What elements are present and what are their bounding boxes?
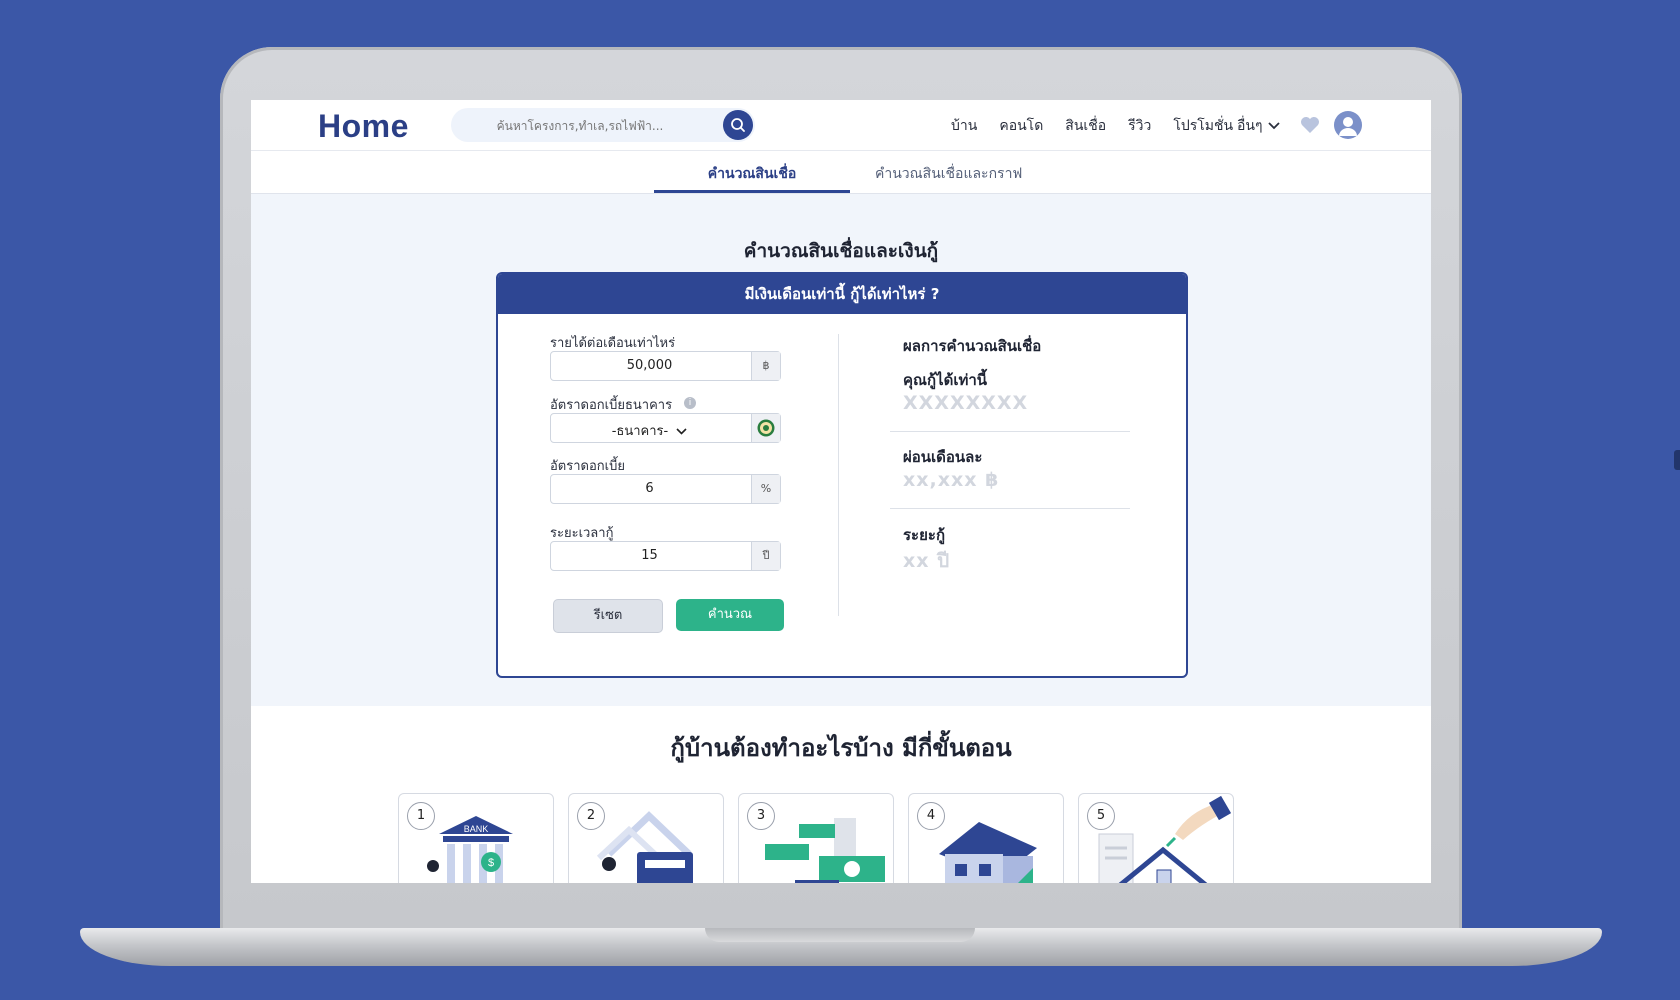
reset-button[interactable]: รีเซต [553, 599, 663, 633]
user-icon [1339, 117, 1357, 136]
page-title: คำนวณสินเชื่อและเงินกู้ [743, 240, 939, 262]
browser-screen: Home บ้าน คอนโด สินเชื่อ รีวิว โปรโมชั่น… [251, 100, 1431, 883]
baht-unit: ฿ [751, 352, 780, 380]
search-icon [731, 118, 745, 132]
chevron-down-icon [1267, 122, 1280, 130]
term-result-value: xx ปี [903, 550, 951, 572]
calculator-header: มีเงินเดือนเท่านี้ กู้ได้เท่าไหร่ ? [498, 274, 1186, 314]
bank-rate-label: อัตราดอกเบี้ยธนาคาร [550, 398, 673, 413]
search-bar [451, 108, 755, 142]
nav-item-condo[interactable]: คอนโด [999, 115, 1043, 137]
tab-loan-calculator-graph[interactable]: คำนวณสินเชื่อและกราฟ [875, 163, 1022, 185]
interest-rate-field[interactable]: 6 % [550, 474, 781, 504]
bank-select-text: -ธนาคาร- [611, 424, 669, 439]
bank-sign-text: BANK [464, 824, 489, 834]
income-field[interactable]: 50,000 ฿ [550, 351, 781, 381]
step-card-2[interactable]: 2 [568, 793, 724, 883]
bank-building-icon: BANK $ [427, 816, 513, 883]
logo-text: Home [318, 108, 409, 144]
result-divider [890, 508, 1130, 509]
income-label: รายได้ต่อเดือนเท่าไหร่ [550, 336, 676, 351]
bank-select-value: -ธนาคาร- [551, 420, 748, 441]
interest-rate-value: 6 [645, 481, 654, 496]
nav-more-menu[interactable]: อื่นๆ [1237, 115, 1280, 137]
loan-term-value: 15 [641, 548, 658, 563]
nav-item-house[interactable]: บ้าน [951, 115, 977, 137]
term-result-label: ระยะกู้ [903, 526, 946, 544]
laptop-notch [705, 928, 975, 942]
column-divider [838, 334, 839, 616]
loan-calculator-card: มีเงินเดือนเท่านี้ กู้ได้เท่าไหร่ ? รายไ… [496, 272, 1188, 678]
year-unit: ปี [751, 542, 780, 570]
heart-icon[interactable] [1300, 116, 1320, 134]
house-contract-icon [1098, 795, 1232, 883]
top-navbar: Home บ้าน คอนโด สินเชื่อ รีวิว โปรโมชั่น… [251, 100, 1431, 151]
nav-more-label: อื่นๆ [1237, 118, 1263, 134]
result-divider [890, 431, 1130, 432]
nav-item-review[interactable]: รีวิว [1128, 115, 1151, 137]
money-buildings-icon [765, 818, 885, 883]
step-card-5[interactable]: 5 [1078, 793, 1234, 883]
step-card-1[interactable]: 1 BANK $ [398, 793, 554, 883]
calculate-button[interactable]: คำนวณ [676, 599, 784, 631]
user-avatar[interactable] [1334, 111, 1362, 139]
monthly-payment-label: ผ่อนเดือนละ [903, 448, 983, 466]
tab-loan-calculator[interactable]: คำนวณสินเชื่อ [654, 163, 850, 185]
nav-item-loan[interactable]: สินเชื่อ [1065, 115, 1106, 137]
income-value: 50,000 [626, 358, 673, 373]
bank-logo-slot [751, 414, 780, 442]
bank-select[interactable]: -ธนาคาร- [550, 413, 781, 443]
loan-term-label: ระยะเวลากู้ [550, 526, 614, 541]
house-document-icon [596, 811, 693, 883]
monthly-payment-value: xx,xxx ฿ [903, 469, 1000, 491]
loan-amount-label: คุณกู้ได้เท่านี้ [903, 371, 988, 389]
interest-rate-label: อัตราดอกเบี้ย [550, 459, 625, 474]
search-button[interactable] [723, 110, 753, 140]
home-logo[interactable]: Home [318, 108, 409, 145]
result-title: ผลการคำนวณสินเชื่อ [903, 337, 1042, 355]
nav-links: บ้าน คอนโด สินเชื่อ รีวิว โปรโมชั่น [951, 115, 1255, 137]
svg-text:$: $ [488, 857, 494, 869]
step-card-3[interactable]: 3 [738, 793, 894, 883]
info-icon[interactable]: i [684, 397, 696, 409]
chevron-down-icon [676, 428, 687, 435]
search-input[interactable] [463, 115, 697, 137]
bank-logo-icon [757, 419, 775, 437]
loan-term-field[interactable]: 15 ปี [550, 541, 781, 571]
loan-amount-value: XXXXXXXX [903, 392, 1029, 414]
house-icon [939, 822, 1037, 883]
edge-marker [1674, 450, 1680, 470]
nav-item-promotion[interactable]: โปรโมชั่น [1173, 115, 1233, 137]
calculator-tabs: คำนวณสินเชื่อ คำนวณสินเชื่อและกราฟ [251, 151, 1431, 194]
step-card-4[interactable]: 4 [908, 793, 1064, 883]
steps-title: กู้บ้านต้องทำอะไรบ้าง มีกี่ขั้นตอน [670, 734, 1012, 762]
percent-unit: % [751, 475, 780, 503]
tab-active-indicator [654, 190, 850, 193]
